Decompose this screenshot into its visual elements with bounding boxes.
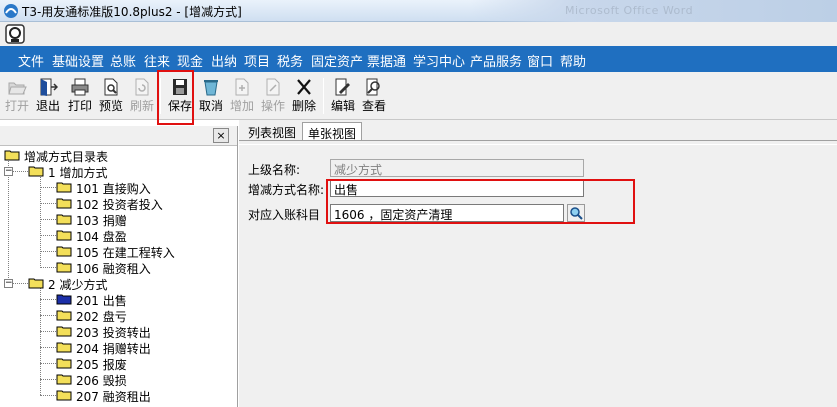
folder-icon <box>56 358 72 369</box>
tab-list-view[interactable]: 列表视图 <box>243 122 301 141</box>
parent-name-field[interactable]: 减少方式 <box>330 159 584 177</box>
app-logo-strip <box>0 22 837 46</box>
form-highlight-box <box>326 179 635 224</box>
folder-icon <box>4 150 20 161</box>
background-window-hint: Microsoft Office Word <box>470 0 837 22</box>
title-bar: T3-用友通标准版10.8plus2 - [增减方式] Microsoft Of… <box>0 0 837 22</box>
folder-icon <box>28 166 44 177</box>
menu-receivables[interactable]: 往来 <box>144 51 170 70</box>
menu-file[interactable]: 文件 <box>18 51 44 70</box>
menu-window[interactable]: 窗口 <box>527 51 553 70</box>
folder-icon <box>56 326 72 337</box>
open-folder-icon <box>8 82 27 95</box>
selected-folder-icon <box>56 294 72 305</box>
folder-icon <box>56 246 72 257</box>
edit-pencil-icon <box>335 78 350 96</box>
method-name-label: 增减方式名称: <box>248 183 325 197</box>
toolbar-separator <box>323 78 324 114</box>
menu-bar: 文件 基础设置 总账 往来 现金 出纳 项目 税务 固定资产 票据通 学习中心 … <box>0 46 837 72</box>
folder-icon <box>56 182 72 193</box>
edit-button[interactable]: 编辑 <box>329 76 357 118</box>
folder-icon <box>56 342 72 353</box>
folder-icon <box>56 374 72 385</box>
printer-icon <box>71 78 89 96</box>
tab-single-view[interactable]: 单张视图 <box>302 122 363 141</box>
menu-general-ledger[interactable]: 总账 <box>110 51 136 70</box>
folder-icon <box>56 310 72 321</box>
view-magnifier-icon <box>366 78 380 96</box>
menu-learning-center[interactable]: 学习中心 <box>413 51 465 70</box>
folder-icon <box>56 198 72 209</box>
delete-button[interactable]: 删除 <box>290 76 318 118</box>
exit-button[interactable]: 退出 <box>34 76 62 118</box>
preview-button[interactable]: 预览 <box>97 76 125 118</box>
add-document-icon <box>235 78 249 96</box>
view-button[interactable]: 查看 <box>360 76 388 118</box>
menu-help[interactable]: 帮助 <box>560 51 586 70</box>
folder-icon <box>56 390 72 401</box>
folder-icon <box>56 262 72 273</box>
operate-button[interactable]: 操作 <box>259 76 287 118</box>
collapse-expander-icon[interactable]: − <box>4 279 13 288</box>
menu-project[interactable]: 项目 <box>244 51 270 70</box>
refresh-icon <box>135 78 149 96</box>
menu-fixed-assets[interactable]: 固定资产 <box>311 51 363 70</box>
folder-icon <box>28 278 44 289</box>
app-logo-icon[interactable] <box>5 24 25 44</box>
collapse-expander-icon[interactable]: − <box>4 167 13 176</box>
window-title: T3-用友通标准版10.8plus2 - [增减方式] <box>22 5 242 19</box>
menu-products-services[interactable]: 产品服务 <box>470 51 522 70</box>
tree-panel-header: × <box>0 126 237 146</box>
print-preview-icon <box>104 78 118 96</box>
menu-tax[interactable]: 税务 <box>277 51 303 70</box>
menu-cash[interactable]: 现金 <box>177 51 203 70</box>
delete-x-icon <box>297 79 311 95</box>
menu-basic-settings[interactable]: 基础设置 <box>52 51 104 70</box>
folder-icon <box>56 214 72 225</box>
account-label: 对应入账科目 <box>248 208 321 222</box>
add-button[interactable]: 增加 <box>228 76 256 118</box>
detail-panel: 列表视图 单张视图 上级名称: 减少方式 增减方式名称: 出售 对应入账科目 1… <box>239 120 837 407</box>
cancel-button[interactable]: 取消 <box>197 76 225 118</box>
print-button[interactable]: 打印 <box>66 76 94 118</box>
app-icon <box>4 4 18 18</box>
menu-bill[interactable]: 票据通 <box>367 51 406 70</box>
save-highlight-box <box>157 70 194 125</box>
folder-icon <box>56 230 72 241</box>
refresh-button[interactable]: 刷新 <box>128 76 156 118</box>
open-button[interactable]: 打开 <box>3 76 31 118</box>
exit-door-icon <box>40 78 58 96</box>
parent-name-label: 上级名称: <box>248 163 301 177</box>
toolbar: 打开 退出 打印 预览 刷新 保存 取消 增加 操作 删除 编辑 查看 <box>0 72 837 120</box>
tree-panel: × 增减方式目录表 − 1 增加方式 101 直接购入 102 投资者投入 10… <box>0 126 238 407</box>
cancel-bin-icon <box>204 80 218 96</box>
menu-cashier[interactable]: 出纳 <box>211 51 237 70</box>
operate-edit-icon <box>266 78 280 96</box>
close-panel-button[interactable]: × <box>213 128 229 143</box>
